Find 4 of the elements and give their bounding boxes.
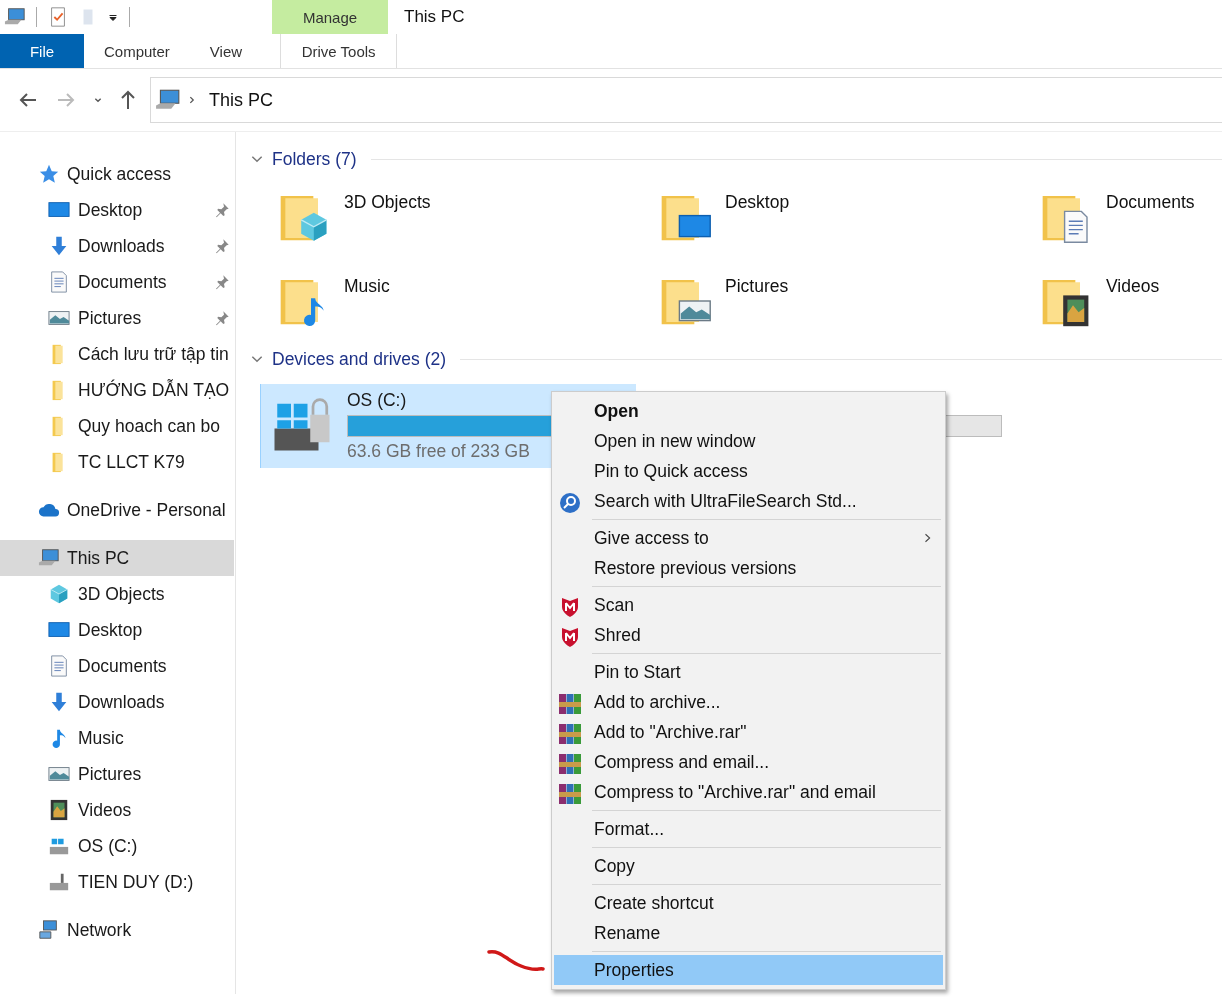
window-title: This PC bbox=[404, 7, 465, 27]
drive-name: OS (C:) bbox=[347, 390, 407, 411]
free-space-text: 63.6 GB free of 233 GB bbox=[347, 441, 530, 462]
context-tab-group: Manage bbox=[272, 0, 388, 34]
